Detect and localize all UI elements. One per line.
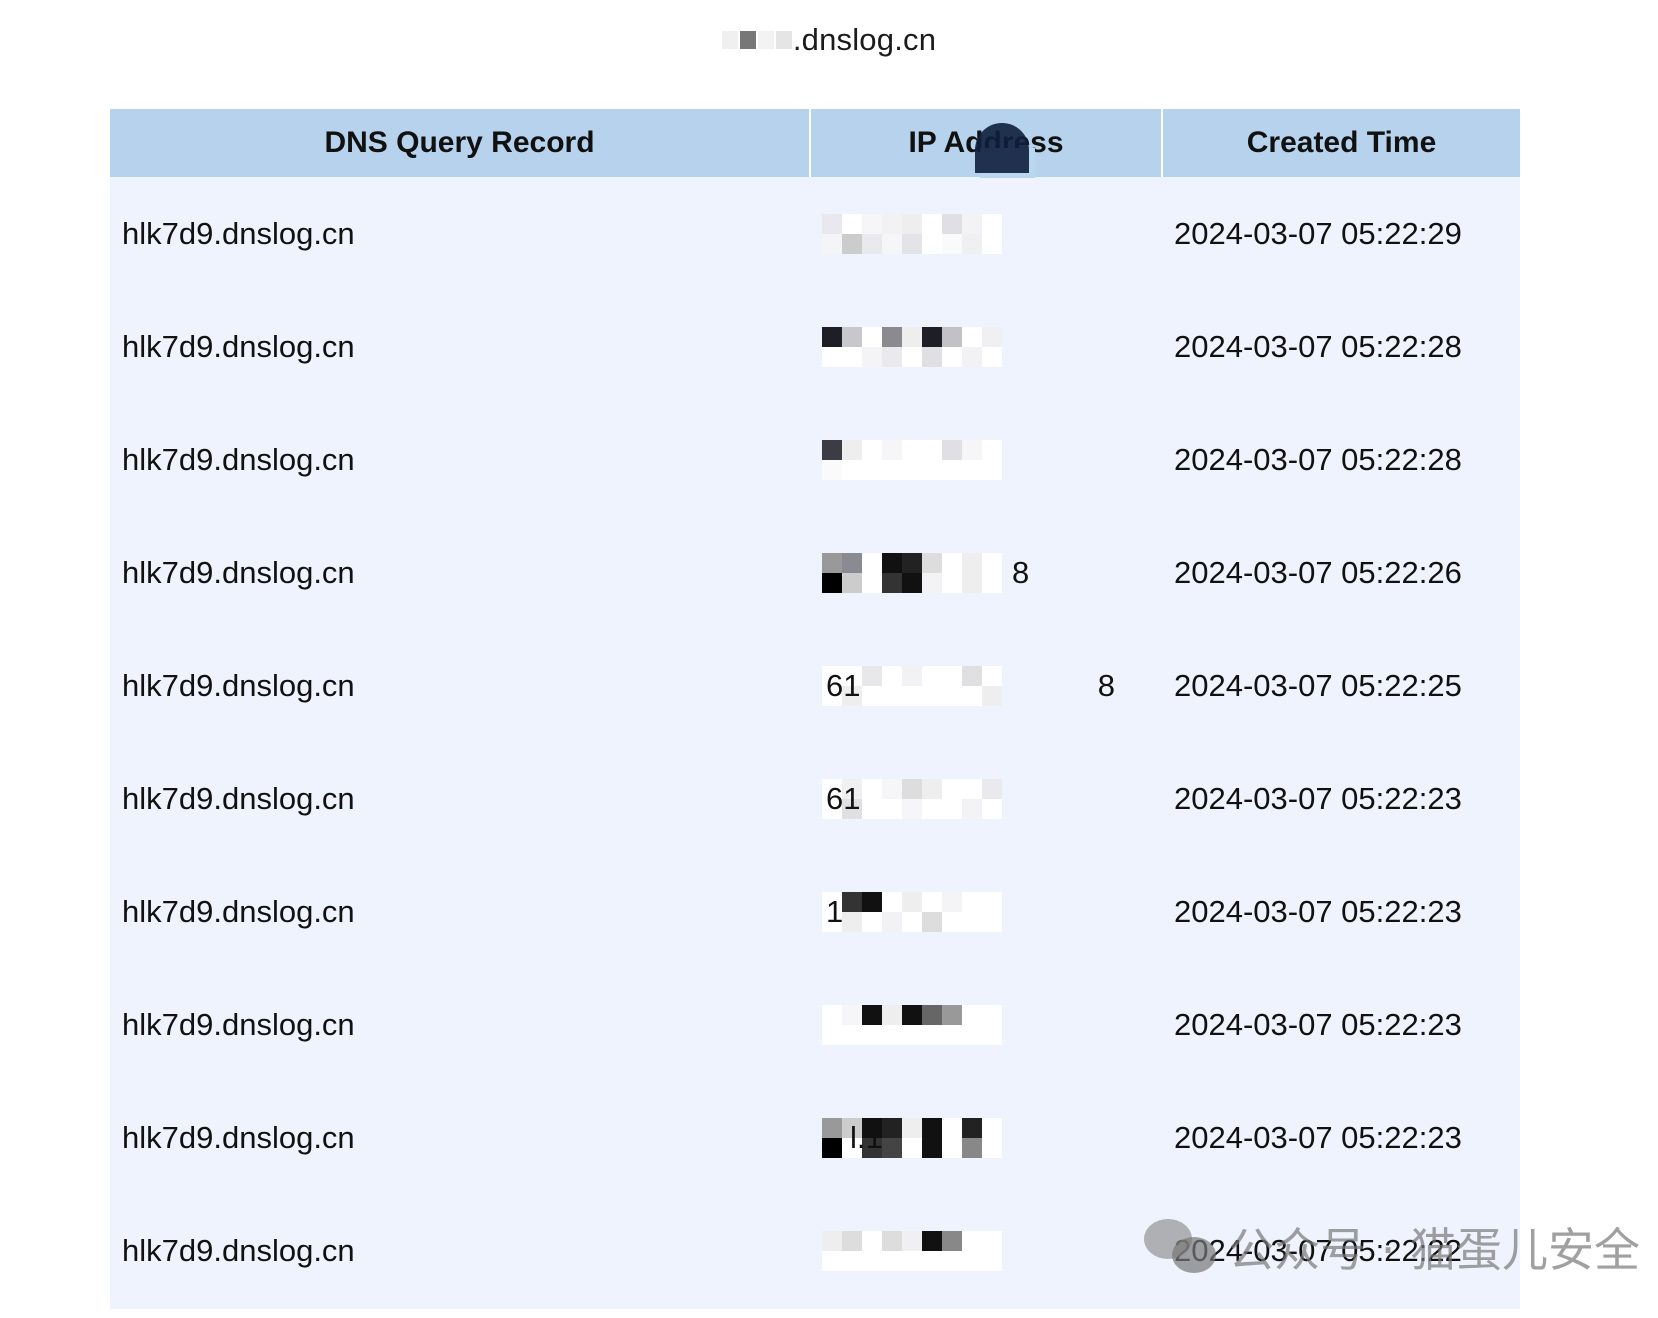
created-time-cell: 2024-03-07 05:22:25 <box>1174 668 1462 703</box>
dns-query-record-cell: hlk7d9.dnslog.cn <box>122 780 355 816</box>
header-redaction-blob <box>975 123 1029 173</box>
redacted-subdomain <box>721 26 792 54</box>
dns-query-record-cell: hlk7d9.dnslog.cn <box>122 554 355 590</box>
table-row: hlk7d9.dnslog.cn 1 2024-03-07 05:22:23 <box>110 855 1520 968</box>
redacted-ip-mosaic: 61 8 <box>822 665 1115 706</box>
redacted-ip-mosaic: 8 <box>822 552 1032 593</box>
table-row: hlk7d9.dnslog.cn 2024-03-07 05:22:23 <box>110 968 1520 1081</box>
domain-title-text: .dnslog.cn <box>792 22 937 57</box>
created-time-cell: 2024-03-07 05:22:28 <box>1174 329 1462 364</box>
ip-address-cell <box>810 290 1162 403</box>
dns-query-record-cell: hlk7d9.dnslog.cn <box>122 667 355 703</box>
ip-address-cell <box>810 968 1162 1081</box>
wechat-icon <box>1144 1219 1218 1275</box>
dns-query-record-cell: hlk7d9.dnslog.cn <box>122 893 355 929</box>
header-dns-query-record: DNS Query Record <box>110 109 811 177</box>
header-created-time: Created Time <box>1162 109 1520 177</box>
redacted-ip-mosaic: 1 <box>822 891 1032 932</box>
table-row: hlk7d9.dnslog.cn 61 8 2024-03-07 05:22:25 <box>110 629 1520 742</box>
ip-visible-fragment: 8 <box>1012 554 1030 590</box>
table-row: hlk7d9.dnslog.cn 61 2024-03-07 05:22:23 <box>110 742 1520 855</box>
dns-query-record-cell: hlk7d9.dnslog.cn <box>122 1232 355 1268</box>
created-time-cell: 2024-03-07 05:22:23 <box>1174 894 1462 929</box>
ip-address-cell <box>810 403 1162 516</box>
created-time-cell: 2024-03-07 05:22:23 <box>1174 1007 1462 1042</box>
redacted-ip-mosaic <box>822 1230 1032 1271</box>
redacted-ip-mosaic: 61 <box>822 778 1032 819</box>
ip-visible-fragment: 61 <box>826 780 861 816</box>
dns-query-record-cell: hlk7d9.dnslog.cn <box>122 441 355 477</box>
created-time-cell: 2024-03-07 05:22:23 <box>1174 1120 1462 1155</box>
created-time-cell: 2024-03-07 05:22:26 <box>1174 555 1462 590</box>
redacted-ip-mosaic <box>822 213 1032 254</box>
ip-address-cell: 61 8 <box>810 629 1162 742</box>
ip-address-cell: 61 <box>810 742 1162 855</box>
redacted-ip-mosaic <box>822 439 1032 480</box>
dns-query-record-cell: hlk7d9.dnslog.cn <box>122 215 355 251</box>
ip-address-cell: 1 <box>810 855 1162 968</box>
table-row: hlk7d9.dnslog.cn 2024-03-07 05:22:28 <box>110 290 1520 403</box>
table-row: hlk7d9.dnslog.cn 2024-03-07 05:22:28 <box>110 403 1520 516</box>
created-time-cell: 2024-03-07 05:22:29 <box>1174 216 1462 251</box>
table-row: hlk7d9.dnslog.cn 2024-03-07 05:22:29 <box>110 177 1520 290</box>
dns-records-table: DNS Query Record IP Address Created Time… <box>110 109 1520 1309</box>
redacted-ip-mosaic: l.1 <box>822 1117 1032 1158</box>
redacted-ip-mosaic <box>822 1004 1032 1045</box>
dns-query-record-cell: hlk7d9.dnslog.cn <box>122 1119 355 1155</box>
watermark: 公众号 · 猫蛋儿安全 <box>1144 1214 1640 1280</box>
ip-address-cell <box>810 1194 1162 1307</box>
ip-address-cell: l.1 <box>810 1081 1162 1194</box>
redacted-ip-mosaic <box>822 326 1032 367</box>
ip-address-cell <box>810 177 1162 290</box>
dns-query-record-cell: hlk7d9.dnslog.cn <box>122 1006 355 1042</box>
ip-visible-fragment: 1 <box>826 893 844 929</box>
table-row: hlk7d9.dnslog.cn 8 2024-03-07 05:22:26 <box>110 516 1520 629</box>
ip-address-cell: 8 <box>810 516 1162 629</box>
table-header-row: DNS Query Record IP Address Created Time <box>110 109 1520 177</box>
dns-query-record-cell: hlk7d9.dnslog.cn <box>122 328 355 364</box>
created-time-cell: 2024-03-07 05:22:28 <box>1174 442 1462 477</box>
watermark-text: 公众号 · 猫蛋儿安全 <box>1228 1223 1640 1277</box>
ip-visible-fragment: 61 8 <box>826 667 1115 703</box>
domain-title: .dnslog.cn <box>0 22 1658 58</box>
dnslog-page: .dnslog.cn DNS Query Record IP Address C… <box>0 0 1658 1318</box>
created-time-cell: 2024-03-07 05:22:23 <box>1174 781 1462 816</box>
table-row: hlk7d9.dnslog.cn l.1 2024-03-07 05:22:23 <box>110 1081 1520 1194</box>
ip-visible-fragment: l.1 <box>850 1119 883 1155</box>
